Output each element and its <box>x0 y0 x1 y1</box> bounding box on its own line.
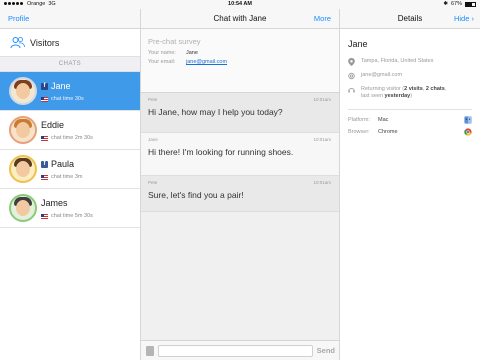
visitors-label: Visitors <box>30 37 60 48</box>
facebook-icon: f <box>41 82 48 90</box>
attach-icon[interactable] <box>146 346 154 356</box>
visitor-name: Jane <box>348 39 368 49</box>
platform-row: Platform: Mac <box>340 114 480 126</box>
chat-item-james[interactable]: James chat time 5m 30s <box>0 189 140 228</box>
chat-name: Eddie <box>41 120 65 130</box>
conversation-title: Chat with Jane <box>213 14 267 23</box>
survey-name-value: Jane <box>186 50 198 56</box>
survey-email-row: Your email: jane@gmail.com <box>148 59 332 65</box>
chat-item-eddie[interactable]: Eddie chat time 2m 30s <box>0 111 140 150</box>
more-button[interactable]: More <box>314 14 331 23</box>
at-icon <box>348 72 355 80</box>
message-text: Sure, let's find you a pair! <box>148 190 244 200</box>
survey-name-row: Your name: Jane <box>148 50 332 56</box>
message-sender: Pete <box>148 180 158 185</box>
us-flag-icon <box>41 174 48 180</box>
chat-time: chat time 5m 30s <box>41 213 93 219</box>
visitors-row[interactable]: Visitors <box>0 29 140 57</box>
message-time: 10:01am <box>313 180 331 185</box>
chrome-icon <box>464 128 472 136</box>
battery-icon <box>465 1 476 7</box>
message-time: 10:01am <box>313 97 331 102</box>
hide-button[interactable]: Hide › <box>454 14 474 23</box>
browser-label: Browser: <box>348 129 370 135</box>
survey-email-label: Your email: <box>148 59 176 65</box>
conversation-navbar: Chat with Jane More <box>141 9 339 29</box>
browser-row: Browser: Chrome <box>340 126 480 138</box>
visitors-icon <box>10 37 25 49</box>
profile-button[interactable]: Profile <box>8 14 29 23</box>
platform-label: Platform: <box>348 117 371 123</box>
message-input[interactable] <box>158 345 313 357</box>
clock: 10:54 AM <box>228 1 252 7</box>
browser-value: Chrome <box>378 129 398 135</box>
message-text: Hi Jane, how may I help you today? <box>148 107 283 117</box>
chat-item-paula[interactable]: f Paula chat time 3m <box>0 150 140 189</box>
message-composer: Send <box>141 340 339 360</box>
us-flag-icon <box>41 96 48 102</box>
location-text: Tampa, Florida, United States <box>361 58 434 64</box>
chat-time: chat time 30s <box>41 96 84 102</box>
chat-name: James <box>41 198 68 208</box>
divider <box>348 109 472 110</box>
avatar <box>9 194 37 222</box>
survey-name-label: Your name: <box>148 50 176 56</box>
mac-finder-icon <box>464 116 472 124</box>
chat-name: f Paula <box>41 159 74 169</box>
avatar <box>9 77 37 105</box>
chats-section-header: CHATS <box>0 57 140 72</box>
message: Jane 10:01am Hi there! I'm looking for r… <box>141 133 339 176</box>
conversation-panel: Chat with Jane More Pre-chat survey Your… <box>141 9 340 360</box>
message: Pete 10:01am Hi Jane, how may I help you… <box>141 93 339 133</box>
details-navbar: Details Hide › <box>340 9 480 29</box>
platform-value: Mac <box>378 117 389 123</box>
facebook-icon: f <box>41 160 48 168</box>
message: Pete 10:01am Sure, let's find you a pair… <box>141 176 339 212</box>
battery-percent: 67% <box>450 1 462 7</box>
bluetooth-icon: ✱ <box>443 1 448 7</box>
location-row: Tampa, Florida, United States <box>340 55 480 69</box>
left-navbar: Profile <box>0 9 140 29</box>
details-panel: Details Hide › Jane Tampa, Florida, Unit… <box>340 9 480 360</box>
message-sender: Pete <box>148 97 158 102</box>
message-text: Hi there! I'm looking for running shoes. <box>148 147 294 157</box>
status-bar: Orange 3G 10:54 AM ✱ 67% <box>0 0 480 9</box>
email-row: jane@gmail.com <box>340 69 480 83</box>
chats-panel: Profile Visitors CHATS f Jane chat time … <box>0 9 141 360</box>
pre-chat-survey: Pre-chat survey Your name: Jane Your ema… <box>141 29 339 93</box>
survey-email-link[interactable]: jane@gmail.com <box>186 59 227 65</box>
chat-time: chat time 2m 30s <box>41 135 93 141</box>
chat-item-jane[interactable]: f Jane chat time 30s <box>0 72 140 111</box>
location-pin-icon <box>348 58 355 66</box>
us-flag-icon <box>41 213 48 219</box>
us-flag-icon <box>41 135 48 141</box>
avatar <box>9 155 37 183</box>
email-text: jane@gmail.com <box>361 72 403 78</box>
survey-title: Pre-chat survey <box>148 37 201 46</box>
avatar <box>9 116 37 144</box>
status-right: ✱ 67% <box>443 1 476 7</box>
message-time: 10:01am <box>313 137 331 142</box>
returning-text: Returning visitor (2 visits, 2 chats, la… <box>361 86 447 99</box>
chat-time: chat time 3m <box>41 174 82 180</box>
headset-icon <box>348 88 355 93</box>
chat-name: f Jane <box>41 81 71 91</box>
chevron-right-icon: › <box>471 14 475 23</box>
returning-row: Returning visitor (2 visits, 2 chats, la… <box>340 83 480 103</box>
message-sender: Jane <box>148 137 158 142</box>
send-button[interactable]: Send <box>317 346 335 355</box>
